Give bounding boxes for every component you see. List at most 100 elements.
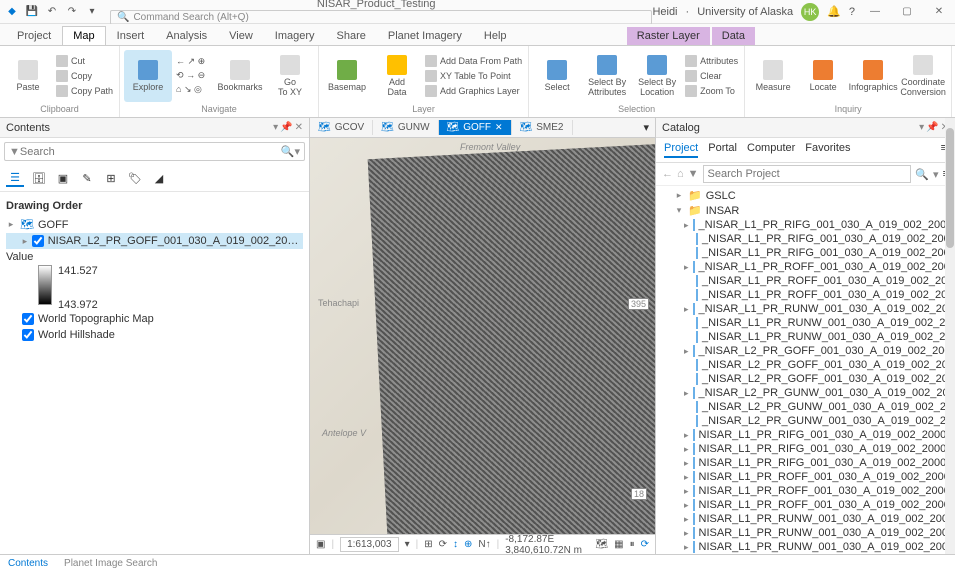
map-canvas[interactable]: Tehachapi Fremont Valley Antelope V 395 … [310,138,655,534]
catalog-file[interactable]: _NISAR_L1_PR_ROFF_001_030_A_019_002_2000… [656,288,955,302]
bottom-tab-contents[interactable]: Contents [0,556,56,571]
qat-dropdown-icon[interactable]: ▾ [84,4,100,20]
up-icon[interactable]: ⌂ [677,168,684,180]
catalog-search-input[interactable] [703,165,912,183]
refresh-icon[interactable]: ⟳ [641,539,649,550]
catalog-file[interactable]: _NISAR_L2_PR_GUNW_001_030_A_019_002_2000… [656,400,955,414]
catalog-tab-project[interactable]: Project [664,142,698,158]
st-icon-3[interactable]: ↕ [453,539,458,550]
add-graphics-button[interactable]: Add Graphics Layer [423,84,524,98]
list-snapping-icon[interactable]: ⊞ [102,169,120,187]
filter-icon[interactable]: ▼ [688,168,699,180]
paste-button[interactable]: Paste [4,50,52,102]
search-icon[interactable]: 🔍 [915,168,929,181]
nav-arrow-3[interactable]: ⌂ ↘ ◎ [174,83,214,96]
catalog-file[interactable]: _NISAR_L1_PR_ROFF_001_030_A_019_002_2000… [656,274,955,288]
list-drawing-order-icon[interactable]: ☰ [6,169,24,187]
layer-visibility-checkbox[interactable] [32,235,44,247]
catalog-file[interactable]: _NISAR_L1_PR_RIFG_001_030_A_019_002_2000… [656,232,955,246]
list-editing-icon[interactable]: ✎ [78,169,96,187]
catalog-file[interactable]: _NISAR_L2_PR_GOFF_001_030_A_019_002_2000… [656,372,955,386]
main-tab-view[interactable]: View [218,26,264,45]
catalog-file[interactable]: _NISAR_L2_PR_GOFF_001_030_A_019_002_2000… [656,358,955,372]
coord-conv-button[interactable]: Coordinate Conversion [899,50,947,102]
st-icon-7[interactable]: ▦ [614,539,623,550]
project-icon[interactable]: ◆ [4,4,20,20]
copy-path-button[interactable]: Copy Path [54,84,115,98]
catalog-file[interactable]: ▸ NISAR_L1_PR_RUNW_001_030_A_019_002_200… [656,512,955,526]
catalog-file[interactable]: _NISAR_L1_PR_RUNW_001_030_A_019_002_2000… [656,330,955,344]
nav-arrow-1[interactable]: ← ↗ ⊕ [174,55,214,68]
user-name[interactable]: Heidi [652,6,677,18]
nav-arrow-2[interactable]: ⟲ → ⊖ [174,69,214,82]
catalog-folder-gslc[interactable]: ▸📁 GSLC [656,188,955,203]
catalog-tab-portal[interactable]: Portal [708,142,737,158]
locate-button[interactable]: Locate [799,50,847,102]
catalog-pin-icon[interactable]: 📌 [926,122,938,133]
back-icon[interactable]: ← [662,168,673,180]
active-layer-node[interactable]: ▸NISAR_L2_PR_GOFF_001_030_A_019_002_2000… [6,233,303,249]
main-tab-share[interactable]: Share [326,26,377,45]
main-tab-insert[interactable]: Insert [106,26,156,45]
layer-hillshade[interactable]: World Hillshade [6,327,303,343]
scale-dropdown-icon[interactable]: ▾ [405,539,410,550]
main-tab-map[interactable]: Map [62,26,105,45]
catalog-file[interactable]: ▸ _NISAR_L2_PR_GOFF_001_030_A_019_002_20… [656,344,955,358]
catalog-file[interactable]: ▸ NISAR_L1_PR_RIFG_001_030_A_019_002_200… [656,428,955,442]
map-tab-gcov[interactable]: 🗺 GCOV [310,120,373,135]
catalog-menu-icon[interactable]: ▾ [919,122,924,133]
map-tab-overflow-icon[interactable]: ▾ [637,121,655,134]
st-icon-5[interactable]: N↑ [478,539,490,550]
catalog-file[interactable]: ▸ _NISAR_L1_PR_RUNW_001_030_A_019_002_20… [656,302,955,316]
map-tab-sme2[interactable]: 🗺 SME2 [512,120,573,135]
catalog-folder-insar[interactable]: ▾📁 INSAR [656,203,955,218]
st-icon-6[interactable]: 🗺 [595,539,608,550]
catalog-tab-computer[interactable]: Computer [747,142,795,158]
map-tab-goff[interactable]: 🗺 GOFF ✕ [439,120,512,135]
catalog-file[interactable]: ▸ _NISAR_L1_PR_RIFG_001_030_A_019_002_20… [656,218,955,232]
catalog-scrollbar[interactable] [945,118,955,554]
undo-icon[interactable]: ↶ [44,4,60,20]
scrollbar-thumb[interactable] [946,128,954,248]
basemap-button[interactable]: Basemap [323,50,371,102]
st-icon-4[interactable]: ⊕ [464,539,472,550]
explore-button[interactable]: Explore [124,50,172,102]
catalog-file[interactable]: ▸ NISAR_L1_PR_RIFG_001_030_A_019_002_200… [656,456,955,470]
contents-search-input[interactable] [20,146,281,158]
select-button[interactable]: Select [533,50,581,102]
measure-button[interactable]: Measure [749,50,797,102]
main-tab-project[interactable]: Project [6,26,62,45]
bottom-tab-planet[interactable]: Planet Image Search [56,556,165,571]
command-search[interactable]: 🔍 Command Search (Alt+Q) [110,10,652,25]
panel-pin-icon[interactable]: 📌 [280,122,292,133]
scale-input[interactable]: 1:613,003 [340,537,399,552]
context-tab-raster-layer[interactable]: Raster Layer [627,27,710,45]
add-data-button[interactable]: Add Data [373,50,421,102]
st-icon-2[interactable]: ⟳ [439,539,447,550]
catalog-file[interactable]: ▸ _NISAR_L2_PR_GUNW_001_030_A_019_002_20… [656,386,955,400]
catalog-file[interactable]: ▸ NISAR_L1_PR_RIFG_001_030_A_019_002_200… [656,442,955,456]
list-source-icon[interactable]: 🗄 [30,169,48,187]
close-button[interactable]: ✕ [927,3,951,21]
bookmarks-button[interactable]: Bookmarks [216,50,264,102]
main-tab-help[interactable]: Help [473,26,518,45]
select-by-loc-button[interactable]: Select By Location [633,50,681,102]
add-data-path-button[interactable]: Add Data From Path [423,54,524,68]
save-icon[interactable]: 💾 [24,4,40,20]
catalog-file[interactable]: ▸ NISAR_L1_PR_ROFF_001_030_A_019_002_200… [656,470,955,484]
copy-button[interactable]: Copy [54,69,115,83]
layer-topo[interactable]: World Topographic Map [6,311,303,327]
search-icon[interactable]: 🔍 [281,145,295,158]
catalog-file[interactable]: ▸ NISAR_L1_PR_RUNW_001_030_A_019_002_200… [656,540,955,554]
infographics-button[interactable]: Infographics [849,50,897,102]
list-perspective-icon[interactable]: ◢ [150,169,168,187]
zoom-to-button[interactable]: Zoom To [683,84,740,98]
contents-search[interactable]: ▼ 🔍▾ [4,142,305,161]
catalog-tab-favorites[interactable]: Favorites [805,142,850,158]
panel-close-icon[interactable]: ✕ [295,122,303,133]
panel-menu-icon[interactable]: ▾ [273,122,278,133]
map-tab-gunw[interactable]: 🗺 GUNW [373,120,438,135]
selection-count-icon[interactable]: ▣ [316,539,325,550]
list-labeling-icon[interactable]: 🏷 [126,169,144,187]
context-tab-data[interactable]: Data [712,27,755,45]
